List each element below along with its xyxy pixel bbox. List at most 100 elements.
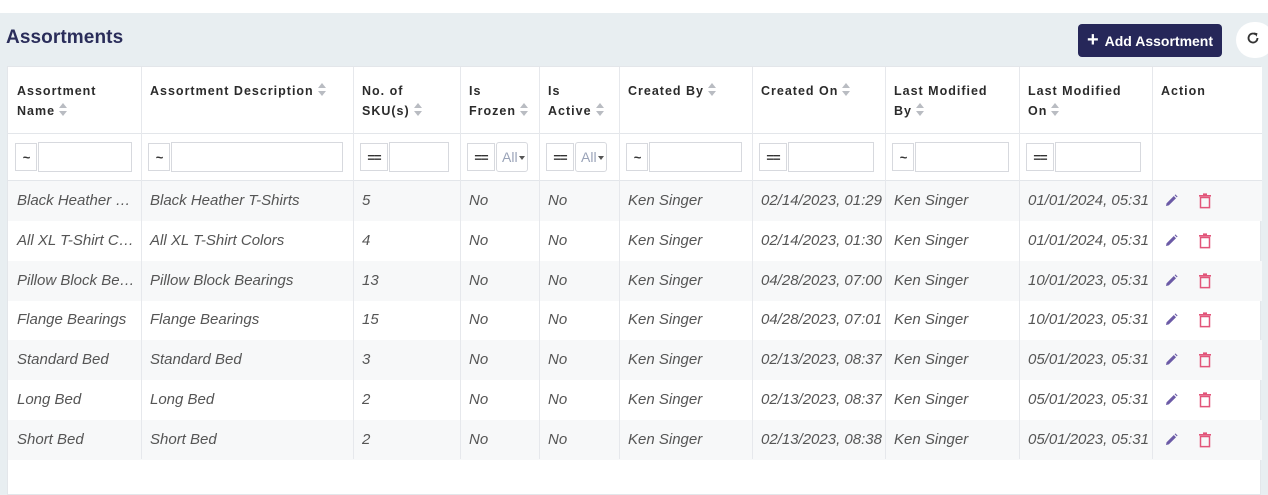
cell-modified_by: Ken Singer [894, 231, 969, 249]
cell-modified_on: 01/01/2024, 05:31 [1028, 231, 1149, 249]
filter-input-name[interactable] [38, 142, 132, 172]
column-header-label: SKU(s) [362, 104, 410, 118]
column-header-label: Last Modified [894, 84, 988, 98]
sort-icon[interactable] [519, 102, 528, 118]
cell-description: Black Heather T-Shirts [150, 192, 300, 209]
filter-skus: == [360, 142, 449, 172]
sort-icon[interactable] [1051, 102, 1060, 118]
filter-operator-button[interactable]: ~ [626, 143, 648, 171]
filter-operator-button[interactable]: ~ [892, 143, 914, 171]
cell-created_on: 02/13/2023, 08:37 [761, 351, 882, 369]
column-header-modified_by[interactable]: Last Modified By [885, 67, 1019, 134]
filter-created_by: ~ [626, 142, 742, 172]
table-row[interactable]: All XL T-Shirt Colors All XL T-Shirt Colo… [8, 221, 1262, 261]
sort-icon[interactable] [413, 102, 422, 118]
refresh-button[interactable] [1236, 22, 1268, 58]
sort-icon[interactable] [708, 82, 716, 98]
table-row[interactable]: Standard Bed Standard Bed 3 No No Ken Singer 0… [8, 340, 1262, 381]
filter-input-created_on[interactable] [788, 142, 874, 172]
trash-icon[interactable] [1196, 272, 1214, 290]
cell-active: No [548, 351, 568, 369]
cell-modified_by: Ken Singer [894, 192, 969, 209]
cell-created_by: Ken Singer [628, 430, 703, 448]
table-row[interactable]: Long Bed Long Bed 2 No No Ken Singer 02/13/202… [8, 380, 1262, 420]
filter-input-skus[interactable] [389, 142, 449, 172]
sort-icon[interactable] [595, 102, 604, 118]
column-header-label: By [894, 104, 912, 118]
column-header-label: Created On [761, 84, 839, 98]
cell-description: Short Bed [150, 430, 217, 448]
cell-description: All XL T-Shirt Colors [150, 231, 285, 249]
filter-select-active[interactable]: All [575, 142, 607, 172]
pencil-icon[interactable] [1162, 232, 1180, 250]
cell-active: No [548, 430, 568, 448]
row-actions [1152, 261, 1214, 301]
filter-input-description[interactable] [171, 142, 343, 172]
grid-filter-row: ~ ~ == == All == All ~ == ~ == [8, 134, 1262, 181]
column-header-frozen[interactable]: Is Frozen [460, 67, 539, 134]
cell-skus: 2 [362, 391, 371, 408]
column-header-modified_on[interactable]: Last Modified On [1019, 67, 1152, 134]
row-actions [1152, 221, 1214, 261]
trash-icon[interactable] [1196, 232, 1214, 250]
column-divider [141, 67, 142, 459]
filter-select-frozen[interactable]: All [496, 142, 528, 172]
filter-operator-button[interactable]: ~ [148, 143, 170, 171]
cell-skus: 15 [362, 311, 379, 329]
sort-icon[interactable] [59, 102, 68, 118]
pencil-icon[interactable] [1162, 351, 1180, 369]
column-header-skus[interactable]: No. of SKU(s) [353, 67, 460, 134]
column-divider [1152, 67, 1153, 459]
cell-name: Flange Bearings [17, 311, 127, 329]
column-header-name[interactable]: Assortment Name [8, 67, 141, 134]
column-header-label: Created By [628, 84, 704, 98]
caret-down-icon [597, 156, 604, 160]
table-row[interactable]: Flange Bearings Flange Bearings 15 No No Ken … [8, 300, 1262, 340]
sort-icon[interactable] [915, 102, 924, 118]
filter-input-created_by[interactable] [649, 142, 742, 172]
cell-frozen: No [469, 192, 489, 209]
filter-input-modified_by[interactable] [915, 142, 1009, 172]
column-divider [752, 67, 753, 459]
pencil-icon[interactable] [1162, 311, 1180, 329]
sort-icon[interactable] [842, 82, 851, 98]
row-actions [1152, 340, 1214, 380]
cell-created_by: Ken Singer [628, 391, 703, 408]
cell-created_on: 02/13/2023, 08:37 [761, 391, 882, 408]
trash-icon[interactable] [1196, 351, 1214, 369]
pencil-icon[interactable] [1162, 272, 1180, 290]
trash-icon[interactable] [1196, 391, 1214, 409]
filter-operator-button[interactable]: == [759, 143, 787, 171]
add-assortment-button[interactable]: + Add Assortment [1078, 24, 1222, 57]
table-row[interactable]: Pillow Block Bearings Pillow Block Bearin… [8, 260, 1262, 301]
pencil-icon[interactable] [1162, 431, 1180, 449]
trash-icon[interactable] [1196, 431, 1214, 449]
filter-name: ~ [15, 142, 132, 172]
column-header-created_on[interactable]: Created On [752, 67, 885, 134]
filter-description: ~ [148, 142, 343, 172]
column-divider [539, 67, 540, 459]
sort-icon[interactable] [317, 82, 326, 98]
filter-input-modified_on[interactable] [1055, 142, 1141, 172]
cell-modified_by: Ken Singer [894, 391, 969, 408]
cell-modified_on: 10/01/2023, 05:31 [1028, 311, 1149, 329]
table-row[interactable]: Black Heather T-Shirts Black Heather T-Sh… [8, 181, 1262, 221]
filter-operator-button[interactable]: == [546, 143, 574, 171]
filter-modified_by: ~ [892, 142, 1009, 172]
column-header-active[interactable]: Is Active [539, 67, 619, 134]
filter-operator-button[interactable]: == [360, 143, 388, 171]
filter-operator-button[interactable]: ~ [15, 143, 37, 171]
row-actions [1152, 300, 1214, 340]
cell-name: Long Bed [17, 391, 82, 408]
trash-icon[interactable] [1196, 192, 1214, 210]
pencil-icon[interactable] [1162, 192, 1180, 210]
cell-active: No [548, 231, 568, 249]
pencil-icon[interactable] [1162, 391, 1180, 409]
column-header-created_by[interactable]: Created By [619, 67, 752, 134]
table-row[interactable]: Short Bed Short Bed 2 No No Ken Singer 02/13/2… [8, 419, 1262, 460]
trash-icon[interactable] [1196, 311, 1214, 329]
column-header-description[interactable]: Assortment Description [141, 67, 353, 134]
filter-operator-button[interactable]: == [1026, 143, 1054, 171]
filter-operator-button[interactable]: == [467, 143, 495, 171]
cell-created_on: 04/28/2023, 07:01 [761, 311, 882, 329]
